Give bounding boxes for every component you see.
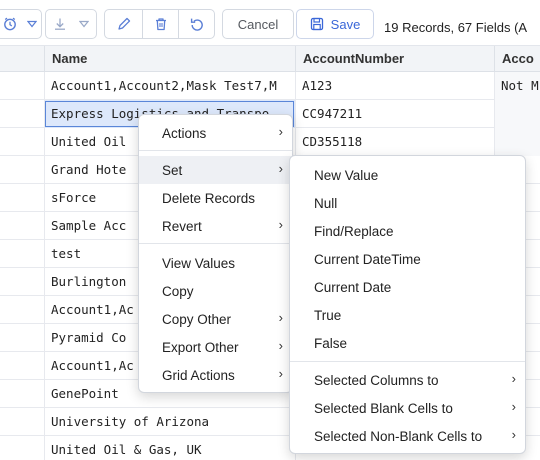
chevron-right-icon: ›	[278, 338, 283, 353]
chevron-right-icon: ›	[278, 366, 283, 381]
submenu-item-null[interactable]: Null	[290, 189, 525, 217]
save-label: Save	[330, 16, 361, 32]
submenu-item-label: Find/Replace	[314, 223, 394, 239]
download-icon[interactable]	[46, 10, 74, 38]
pencil-icon[interactable]	[105, 10, 142, 38]
chevron-right-icon: ›	[511, 371, 516, 386]
submenu-item-label: Selected Blank Cells to	[314, 400, 453, 416]
schedule-group	[0, 9, 42, 39]
submenu-item-true[interactable]: True	[290, 301, 525, 329]
records-count: 19 Records, 67 Fields (A	[384, 20, 528, 35]
chevron-right-icon: ›	[278, 310, 283, 325]
account-other-cell[interactable]	[494, 128, 540, 156]
menu-item-label: Grid Actions	[162, 367, 235, 383]
menu-item-actions[interactable]: Actions ›	[139, 119, 292, 147]
submenu-item-current-datetime[interactable]: Current DateTime	[290, 245, 525, 273]
menu-item-label: Revert	[162, 218, 202, 234]
submenu-item-label: Null	[314, 195, 338, 211]
context-menu: Actions › Set › Delete Records Revert › …	[138, 114, 293, 393]
name-cell[interactable]: United Oil & Gas, UK	[44, 436, 295, 460]
menu-item-label: Export Other	[162, 339, 239, 355]
table-row[interactable]: Account1,Account2,Mask Test7,M A123 Not …	[0, 72, 540, 100]
grid-header: Name AccountNumber Acco	[0, 46, 540, 72]
chevron-right-icon: ›	[278, 217, 283, 232]
account-number-cell[interactable]: CC947211	[295, 100, 494, 128]
submenu-item-false[interactable]: False	[290, 329, 525, 357]
submenu-item-label: Current Date	[314, 279, 392, 295]
submenu-item-label: New Value	[314, 167, 379, 183]
cancel-button[interactable]: Cancel	[222, 9, 294, 39]
column-header-account-number[interactable]: AccountNumber	[295, 46, 494, 72]
menu-divider	[139, 150, 292, 151]
menu-item-delete-records[interactable]: Delete Records	[139, 184, 292, 212]
menu-divider	[290, 361, 525, 362]
edit-group	[104, 9, 215, 39]
menu-item-label: Actions	[162, 125, 207, 141]
menu-item-grid-actions[interactable]: Grid Actions ›	[139, 361, 292, 389]
submenu-item-selected-columns-to[interactable]: Selected Columns to ›	[290, 366, 525, 394]
submenu-item-label: Selected Non-Blank Cells to	[314, 428, 483, 444]
chevron-down-icon[interactable]	[23, 10, 41, 38]
set-submenu: New Value Null Find/Replace Current Date…	[289, 155, 526, 454]
save-button[interactable]: Save	[296, 9, 374, 39]
name-cell[interactable]: Account1,Account2,Mask Test7,M	[44, 72, 295, 100]
menu-item-revert[interactable]: Revert ›	[139, 212, 292, 240]
clock-settings-icon[interactable]	[0, 10, 23, 38]
submenu-item-find-replace[interactable]: Find/Replace	[290, 217, 525, 245]
download-group	[45, 9, 97, 39]
account-other-cell[interactable]: Not M	[494, 72, 540, 100]
chevron-right-icon: ›	[511, 399, 516, 414]
menu-item-view-values[interactable]: View Values	[139, 249, 292, 277]
menu-item-label: Set	[162, 162, 183, 178]
menu-divider	[139, 243, 292, 244]
chevron-down-icon[interactable]	[74, 10, 94, 38]
menu-item-copy[interactable]: Copy	[139, 277, 292, 305]
submenu-item-new-value[interactable]: New Value	[290, 161, 525, 189]
chevron-right-icon: ›	[278, 124, 283, 139]
save-icon	[310, 17, 323, 31]
submenu-item-label: False	[314, 335, 348, 351]
submenu-item-label: Selected Columns to	[314, 372, 439, 388]
undo-icon[interactable]	[178, 10, 214, 38]
toolbar: Cancel Save 19 Records, 67 Fields (A	[0, 0, 540, 46]
menu-item-label: Copy Other	[162, 311, 232, 327]
account-number-cell[interactable]: CD355118	[295, 128, 494, 156]
submenu-item-label: Current DateTime	[314, 251, 421, 267]
submenu-item-label: True	[314, 307, 342, 323]
submenu-item-selected-blank-cells-to[interactable]: Selected Blank Cells to ›	[290, 394, 525, 422]
column-header-name[interactable]: Name	[44, 46, 295, 72]
menu-item-label: View Values	[162, 255, 236, 271]
account-number-cell[interactable]: A123	[295, 72, 494, 100]
submenu-item-selected-non-blank-cells-to[interactable]: Selected Non-Blank Cells to ›	[290, 422, 525, 450]
chevron-right-icon: ›	[278, 161, 283, 176]
name-cell[interactable]: University of Arizona	[44, 408, 295, 436]
menu-item-label: Copy	[162, 283, 194, 299]
submenu-item-current-date[interactable]: Current Date	[290, 273, 525, 301]
menu-item-set[interactable]: Set ›	[139, 156, 292, 184]
trash-icon[interactable]	[142, 10, 178, 38]
chevron-right-icon: ›	[511, 427, 516, 442]
menu-item-copy-other[interactable]: Copy Other ›	[139, 305, 292, 333]
column-header-account-other[interactable]: Acco	[494, 46, 540, 72]
account-other-cell[interactable]	[494, 100, 540, 128]
menu-item-label: Delete Records	[162, 190, 256, 206]
menu-item-export-other[interactable]: Export Other ›	[139, 333, 292, 361]
